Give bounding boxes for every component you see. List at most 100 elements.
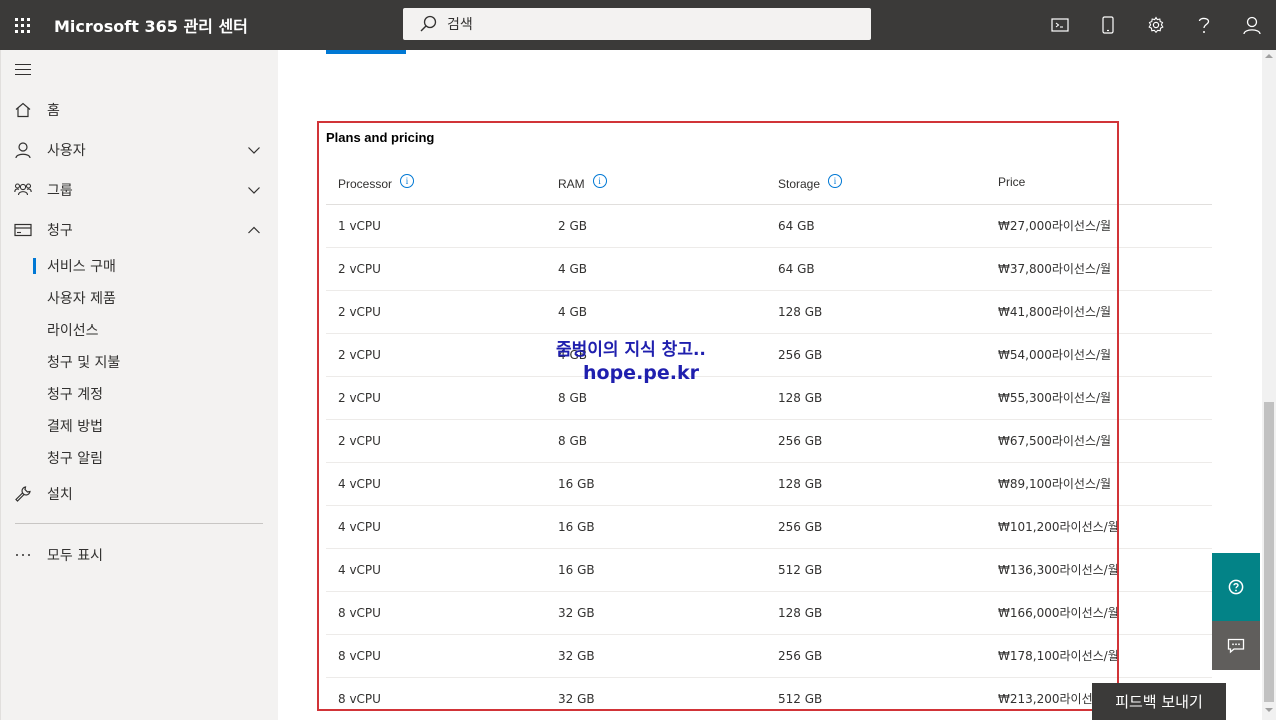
sidebar-item-show-all[interactable]: 모두 표시 bbox=[1, 537, 279, 573]
help-button[interactable] bbox=[1180, 0, 1228, 50]
group-icon bbox=[14, 181, 32, 199]
primary-button-edge[interactable] bbox=[326, 50, 406, 54]
storage-cell: 128 GB bbox=[766, 376, 986, 420]
storage-cell: 256 GB bbox=[766, 505, 986, 549]
processor-cell: 8 vCPU bbox=[326, 591, 546, 635]
table-row[interactable]: 4 vCPU 16 GB 128 GB ₩89,100라이선스/월 bbox=[326, 462, 1212, 506]
sidebar-subitem-label: 결제 방법 bbox=[47, 419, 103, 435]
help-icon bbox=[1198, 17, 1210, 33]
sidebar-subitem-billing-accounts[interactable]: 청구 계정 bbox=[1, 379, 279, 409]
sidebar-subitem-purchase-services[interactable]: 서비스 구매 bbox=[1, 251, 279, 281]
table-row[interactable]: 8 vCPU 32 GB 128 GB ₩166,000라이선스/월 bbox=[326, 591, 1212, 635]
storage-cell: 512 GB bbox=[766, 677, 986, 720]
vertical-scrollbar[interactable] bbox=[1262, 50, 1276, 720]
table-row[interactable]: 8 vCPU 32 GB 512 GB ₩213,200라이선스/월 bbox=[326, 677, 1212, 720]
sidebar-item-setup[interactable]: 설치 bbox=[1, 476, 279, 512]
sidebar-item-billing[interactable]: 청구 bbox=[1, 212, 279, 248]
sidebar-subitem-bills-payments[interactable]: 청구 및 지불 bbox=[1, 347, 279, 377]
mobile-app-button[interactable] bbox=[1084, 0, 1132, 50]
scrollbar-thumb[interactable] bbox=[1264, 402, 1274, 702]
info-icon[interactable]: i bbox=[400, 173, 415, 188]
table-row[interactable]: 2 vCPU 4 GB 64 GB ₩37,800라이선스/월 bbox=[326, 247, 1212, 291]
column-header-price: Price bbox=[986, 161, 1212, 205]
table-row[interactable]: 4 vCPU 16 GB 512 GB ₩136,300라이선스/월 bbox=[326, 548, 1212, 592]
ram-cell: 16 GB bbox=[546, 548, 766, 592]
sidebar-item-label: 설치 bbox=[47, 487, 73, 503]
price-cell: ₩136,300라이선스/월 bbox=[986, 548, 1212, 592]
processor-cell: 4 vCPU bbox=[326, 462, 546, 506]
chevron-down-icon[interactable] bbox=[247, 143, 261, 157]
processor-cell: 4 vCPU bbox=[326, 548, 546, 592]
table-row[interactable]: 4 vCPU 16 GB 256 GB ₩101,200라이선스/월 bbox=[326, 505, 1212, 549]
sidebar-subitem-label: 사용자 제품 bbox=[47, 291, 116, 307]
plans-pricing-table: Processor i RAM i Storage i Price 1 vCPU 2 G… bbox=[326, 161, 1212, 720]
wrench-icon bbox=[14, 485, 32, 503]
processor-cell: 2 vCPU bbox=[326, 419, 546, 463]
price-cell: ₩67,500라이선스/월 bbox=[986, 419, 1212, 463]
main-content: Plans and pricing Processor i RAM i Storag… bbox=[278, 50, 1262, 720]
ram-cell: 16 GB bbox=[546, 462, 766, 506]
sidebar-subitem-payment-methods[interactable]: 결제 방법 bbox=[1, 411, 279, 441]
chevron-up-icon[interactable] bbox=[247, 223, 261, 237]
billing-icon bbox=[14, 221, 32, 239]
sidebar-subitem-label: 청구 알림 bbox=[47, 451, 103, 467]
info-icon[interactable]: i bbox=[592, 173, 607, 188]
settings-button[interactable] bbox=[1132, 0, 1180, 50]
collapse-nav-button[interactable] bbox=[15, 64, 31, 79]
price-cell: ₩178,100라이선스/월 bbox=[986, 634, 1212, 678]
account-button[interactable] bbox=[1228, 0, 1276, 50]
mobile-icon bbox=[1102, 16, 1114, 34]
column-header-storage: Storage i bbox=[766, 161, 986, 205]
top-bar: Microsoft 365 관리 센터 검색 bbox=[0, 0, 1276, 50]
price-cell: ₩37,800라이선스/월 bbox=[986, 247, 1212, 291]
table-row[interactable]: 2 vCPU 4 GB 128 GB ₩41,800라이선스/월 bbox=[326, 290, 1212, 334]
table-row[interactable]: 1 vCPU 2 GB 64 GB ₩27,000라이선스/월 bbox=[326, 204, 1212, 248]
ram-cell: 8 GB bbox=[546, 419, 766, 463]
ram-cell: 4 GB bbox=[546, 333, 766, 377]
terminal-button[interactable] bbox=[1036, 0, 1084, 50]
sidebar-item-users[interactable]: 사용자 bbox=[1, 132, 279, 168]
sidebar-item-groups[interactable]: 그룹 bbox=[1, 172, 279, 208]
price-cell: ₩166,000라이선스/월 bbox=[986, 591, 1212, 635]
processor-cell: 2 vCPU bbox=[326, 376, 546, 420]
sidebar-subitem-licenses[interactable]: 라이선스 bbox=[1, 315, 279, 345]
ram-cell: 2 GB bbox=[546, 204, 766, 248]
chat-button[interactable] bbox=[1212, 621, 1260, 670]
user-icon bbox=[14, 141, 32, 159]
feedback-button[interactable]: 피드백 보내기 bbox=[1092, 683, 1226, 720]
ram-cell: 32 GB bbox=[546, 591, 766, 635]
terminal-icon bbox=[1051, 18, 1069, 32]
search-box[interactable]: 검색 bbox=[403, 8, 871, 40]
sidebar-subitem-label: 청구 계정 bbox=[47, 387, 103, 403]
app-title[interactable]: Microsoft 365 관리 센터 bbox=[54, 13, 248, 37]
storage-cell: 64 GB bbox=[766, 204, 986, 248]
search-input[interactable]: 검색 bbox=[447, 14, 473, 34]
table-row[interactable]: 2 vCPU 4 GB 256 GB ₩54,000라이선스/월 bbox=[326, 333, 1212, 377]
sidebar-item-home[interactable]: 홈 bbox=[1, 92, 279, 128]
sidebar-subitem-your-products[interactable]: 사용자 제품 bbox=[1, 283, 279, 313]
table-row[interactable]: 2 vCPU 8 GB 256 GB ₩67,500라이선스/월 bbox=[326, 419, 1212, 463]
help-support-button[interactable] bbox=[1212, 553, 1260, 621]
column-header-ram: RAM i bbox=[546, 161, 766, 205]
processor-cell: 2 vCPU bbox=[326, 290, 546, 334]
scroll-up-arrow-icon[interactable] bbox=[1265, 54, 1273, 58]
ram-cell: 32 GB bbox=[546, 677, 766, 720]
home-icon bbox=[14, 101, 32, 119]
sidebar-item-label: 사용자 bbox=[47, 143, 86, 159]
table-row[interactable]: 8 vCPU 32 GB 256 GB ₩178,100라이선스/월 bbox=[326, 634, 1212, 678]
storage-cell: 256 GB bbox=[766, 333, 986, 377]
storage-cell: 256 GB bbox=[766, 419, 986, 463]
sidebar-subitem-billing-notifications[interactable]: 청구 알림 bbox=[1, 443, 279, 473]
storage-cell: 128 GB bbox=[766, 591, 986, 635]
sidebar-item-label: 청구 bbox=[47, 223, 73, 239]
info-icon[interactable]: i bbox=[828, 173, 843, 188]
user-icon bbox=[1243, 16, 1261, 35]
scroll-down-arrow-icon[interactable] bbox=[1265, 708, 1273, 712]
price-cell: ₩41,800라이선스/월 bbox=[986, 290, 1212, 334]
ram-cell: 8 GB bbox=[546, 376, 766, 420]
price-cell: ₩27,000라이선스/월 bbox=[986, 204, 1212, 248]
app-launcher-button[interactable] bbox=[0, 0, 44, 50]
table-row[interactable]: 2 vCPU 8 GB 128 GB ₩55,300라이선스/월 bbox=[326, 376, 1212, 420]
column-header-processor: Processor i bbox=[326, 161, 546, 205]
chevron-down-icon[interactable] bbox=[247, 183, 261, 197]
